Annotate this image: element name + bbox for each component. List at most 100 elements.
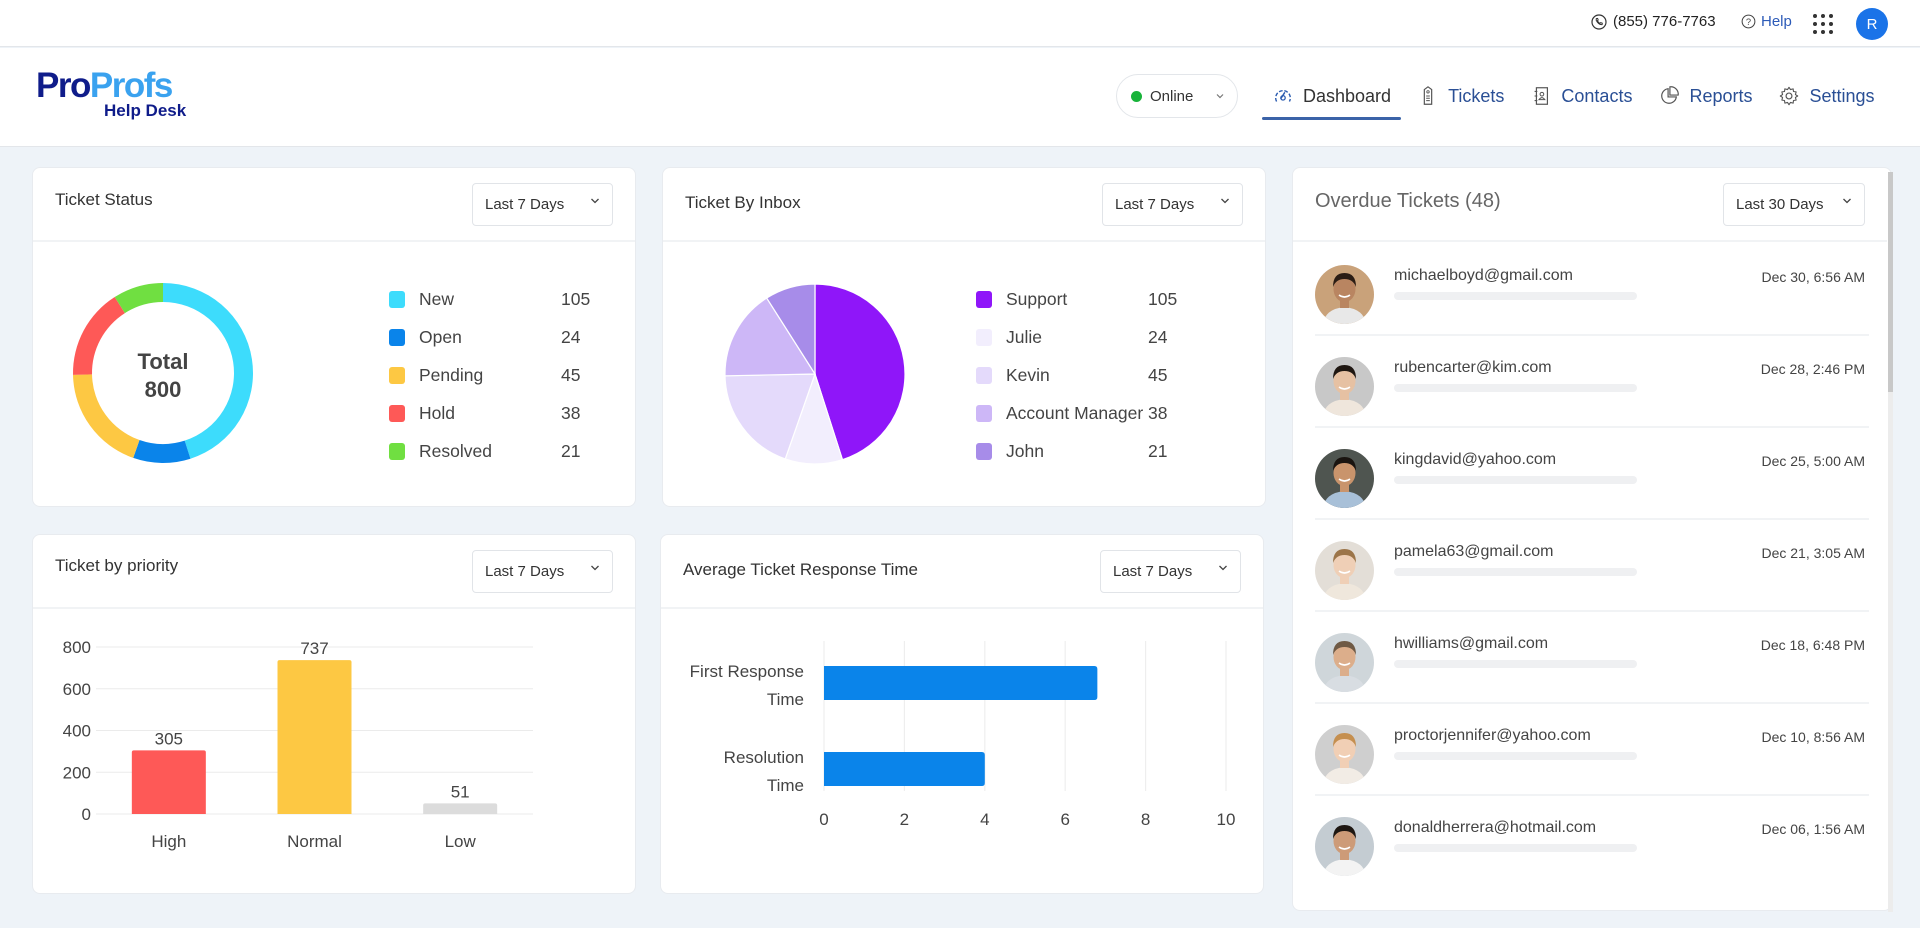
- x-category-label: Low: [445, 832, 477, 851]
- status-legend-item-resolved[interactable]: Resolved 21: [389, 432, 611, 470]
- bar-normal[interactable]: [277, 660, 352, 814]
- availability-status-dropdown[interactable]: Online: [1116, 74, 1238, 118]
- x-tick-label: 0: [819, 810, 828, 829]
- contact-avatar: [1315, 725, 1374, 784]
- range-label: Last 7 Days: [1113, 563, 1193, 580]
- ticket-by-priority-range-dropdown[interactable]: Last 7 Days: [472, 550, 613, 593]
- inbox-legend-item-john[interactable]: John 21: [976, 432, 1198, 470]
- inbox-legend-item-kevin[interactable]: Kevin 45: [976, 356, 1198, 394]
- chevron-down-icon: [591, 565, 599, 571]
- contact-email[interactable]: proctorjennifer@yahoo.com: [1394, 727, 1591, 745]
- legend-label: Julie: [1006, 326, 1042, 347]
- inbox-legend-item-account-manager[interactable]: Account Manager 38: [976, 394, 1198, 432]
- contact-email[interactable]: kingdavid@yahoo.com: [1394, 451, 1556, 469]
- legend-swatch: [389, 290, 405, 308]
- overdue-ticket-row[interactable]: pamela63@gmail.com Dec 21, 3:05 AM: [1315, 520, 1869, 612]
- y-tick-label: 0: [82, 805, 91, 824]
- nav-dashboard[interactable]: Dashboard: [1262, 74, 1402, 120]
- ticket-preview-placeholder: [1394, 292, 1637, 300]
- status-legend-item-new[interactable]: New 105: [389, 280, 611, 318]
- inbox-legend-item-support[interactable]: Support 105: [976, 280, 1198, 318]
- overdue-ticket-row[interactable]: proctorjennifer@yahoo.com Dec 10, 8:56 A…: [1315, 704, 1869, 796]
- donut-center-value: 800: [145, 377, 182, 402]
- status-legend-item-open[interactable]: Open 24: [389, 318, 611, 356]
- nav-dashboard-label: Dashboard: [1303, 85, 1392, 106]
- overdue-ticket-row[interactable]: kingdavid@yahoo.com Dec 25, 5:00 AM: [1315, 428, 1869, 520]
- contact-avatar: [1315, 817, 1374, 876]
- inbox-legend-item-julie[interactable]: Julie 24: [976, 318, 1198, 356]
- nav-tickets[interactable]: Tickets: [1407, 74, 1514, 118]
- status-legend-item-hold[interactable]: Hold 38: [389, 394, 611, 432]
- phone-number: (855) 776-7763: [1613, 13, 1716, 30]
- scrollbar-thumb[interactable]: [1888, 172, 1893, 392]
- avg-response-time-card: Average Ticket Response Time Last 7 Days…: [660, 534, 1264, 894]
- ticket-status-range-dropdown[interactable]: Last 7 Days: [472, 183, 613, 226]
- ticket-by-priority-title: Ticket by priority: [55, 556, 179, 575]
- overdue-tickets-list: michaelboyd@gmail.com Dec 30, 6:56 AM ru…: [1315, 244, 1869, 888]
- online-status-dot: [1131, 90, 1142, 102]
- legend-value: 21: [561, 440, 581, 461]
- apps-grid-icon[interactable]: [1813, 14, 1833, 34]
- legend-label: Account Manager: [1006, 402, 1144, 423]
- nav-settings[interactable]: Settings: [1768, 74, 1884, 118]
- legend-swatch: [976, 328, 992, 346]
- bar-resolution-time[interactable]: [824, 752, 985, 786]
- x-category-label: High: [151, 832, 186, 851]
- y-category-label: First Response: [690, 662, 804, 681]
- x-tick-label: 2: [900, 810, 909, 829]
- range-label: Last 7 Days: [485, 563, 565, 580]
- avg-response-time-range-dropdown[interactable]: Last 7 Days: [1100, 550, 1241, 593]
- main-nav: Dashboard Tickets Contacts Reports Setti…: [1262, 74, 1891, 120]
- top-utility-bar: (855) 776-7763 ? Help R: [0, 0, 1920, 47]
- ticket-tag-icon: [1423, 86, 1433, 105]
- contact-email[interactable]: michaelboyd@gmail.com: [1394, 267, 1573, 285]
- donut-slice-hold[interactable]: [73, 297, 125, 375]
- status-label: Online: [1150, 87, 1194, 105]
- overdue-ticket-row[interactable]: hwilliams@gmail.com Dec 18, 6:48 PM: [1315, 612, 1869, 704]
- contact-email[interactable]: hwilliams@gmail.com: [1394, 635, 1548, 653]
- legend-value: 24: [1148, 326, 1168, 347]
- overdue-list-scrollbar[interactable]: [1888, 172, 1893, 912]
- bar-first-response-time[interactable]: [824, 666, 1098, 700]
- overdue-ticket-row[interactable]: donaldherrera@hotmail.com Dec 06, 1:56 A…: [1315, 796, 1869, 888]
- legend-swatch: [976, 404, 992, 422]
- bar-high[interactable]: [131, 750, 206, 814]
- donut-slice-pending[interactable]: [73, 374, 140, 458]
- overdue-ticket-row[interactable]: michaelboyd@gmail.com Dec 30, 6:56 AM: [1315, 244, 1869, 336]
- user-avatar[interactable]: R: [1856, 8, 1888, 40]
- contact-email[interactable]: donaldherrera@hotmail.com: [1394, 819, 1596, 837]
- legend-swatch: [389, 328, 405, 346]
- contact-avatar: [1315, 633, 1374, 692]
- proprofs-logo[interactable]: ProProfs Help Desk: [36, 68, 186, 121]
- ticket-by-inbox-range-dropdown[interactable]: Last 7 Days: [1102, 183, 1243, 226]
- contact-email[interactable]: rubencarter@kim.com: [1394, 359, 1552, 377]
- nav-contacts[interactable]: Contacts: [1520, 74, 1642, 118]
- ticket-date: Dec 06, 1:56 AM: [1761, 821, 1865, 837]
- overdue-range-dropdown[interactable]: Last 30 Days: [1723, 183, 1865, 226]
- legend-label: Open: [419, 326, 462, 347]
- legend-value: 38: [1148, 402, 1168, 423]
- legend-value: 38: [561, 402, 581, 423]
- ticket-by-inbox-legend: Support 105 Julie 24 Kevin 45 Account Manager 3…: [976, 280, 1198, 470]
- overdue-tickets-card: Overdue Tickets (48) Last 30 Days michae…: [1292, 167, 1892, 911]
- overdue-ticket-row[interactable]: rubencarter@kim.com Dec 28, 2:46 PM: [1315, 336, 1869, 428]
- legend-label: Support: [1006, 288, 1068, 309]
- donut-slice-open[interactable]: [133, 440, 191, 463]
- nav-reports[interactable]: Reports: [1648, 74, 1762, 118]
- contact-email[interactable]: pamela63@gmail.com: [1394, 543, 1553, 561]
- ticket-status-legend: New 105 Open 24 Pending 45 Hold 38 Resolved 21: [389, 280, 611, 470]
- status-legend-item-pending[interactable]: Pending 45: [389, 356, 611, 394]
- legend-swatch: [389, 404, 405, 422]
- chevron-down-icon: [1216, 94, 1224, 99]
- bar-low[interactable]: [423, 803, 498, 814]
- pie-chart-icon: [1661, 86, 1680, 104]
- y-category-label: Resolution: [724, 748, 804, 767]
- help-link[interactable]: ? Help: [1741, 13, 1792, 30]
- donut-center-label: Total: [138, 349, 189, 374]
- ticket-by-inbox-card: Ticket By Inbox Last 7 Days Support 105 Ju…: [662, 167, 1266, 507]
- x-tick-label: 4: [980, 810, 989, 829]
- help-circle-icon: ?: [1741, 14, 1756, 29]
- legend-swatch: [389, 442, 405, 460]
- chevron-down-icon: [591, 198, 599, 204]
- phone-link[interactable]: (855) 776-7763: [1591, 13, 1716, 30]
